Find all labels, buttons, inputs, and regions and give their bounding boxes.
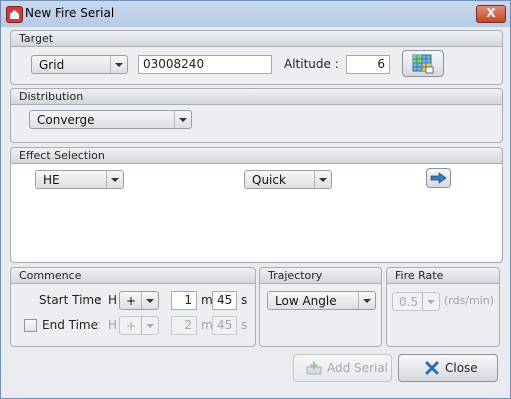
start-sign-select[interactable]: + [119, 291, 159, 310]
end-sign-value: + [126, 319, 137, 333]
add-serial-icon [306, 362, 322, 375]
window-title: New Fire Serial [25, 6, 115, 20]
commence-header: Commence [11, 268, 255, 284]
chevron-down-icon [141, 317, 158, 334]
start-seconds-input[interactable]: 45 [212, 291, 237, 310]
munition-value: HE [43, 173, 60, 187]
grid-map-icon [412, 54, 434, 74]
target-type-value: Grid [39, 58, 65, 72]
end-time-colon: : [97, 318, 102, 332]
end-h-label: H [108, 318, 118, 332]
trajectory-value: Low Angle [275, 294, 337, 308]
fuze-select[interactable]: Quick [244, 170, 332, 189]
start-minutes-input[interactable]: 1 [171, 291, 197, 310]
chevron-down-icon [358, 292, 375, 309]
trajectory-panel: Trajectory Low Angle [259, 267, 382, 347]
target-header: Target [11, 31, 502, 47]
dialog-client-area: Target Grid 03008240 Altitude : 6 Distri… [2, 27, 509, 397]
fire-rate-panel: Fire Rate 0.5 (rds/min) [386, 267, 500, 347]
select-on-map-button[interactable] [402, 50, 444, 77]
end-s-label: s [241, 318, 248, 332]
fire-rate-unit: (rds/min) [444, 294, 495, 307]
fire-rate-value: 0.5 [399, 295, 419, 309]
app-icon [6, 6, 23, 23]
start-sign-value: + [126, 294, 137, 308]
add-effect-button[interactable] [426, 168, 451, 188]
close-button[interactable]: Close [398, 354, 498, 382]
chevron-down-icon [174, 111, 191, 128]
dialog-window: New Fire Serial X Target Grid 03008240 A… [0, 0, 511, 399]
window-close-button[interactable]: X [476, 5, 506, 23]
end-seconds-input[interactable]: 45 [212, 316, 237, 335]
title-bar: New Fire Serial X [1, 1, 510, 27]
end-time-label: End Time [42, 318, 98, 332]
target-type-select[interactable]: Grid [31, 55, 128, 74]
add-serial-button[interactable]: Add Serial [293, 354, 392, 382]
effect-selection-header: Effect Selection [11, 148, 502, 164]
start-s-label: s [241, 293, 248, 307]
target-panel: Target Grid 03008240 Altitude : 6 [10, 30, 503, 85]
start-m-label: m [201, 293, 213, 307]
altitude-label: Altitude : [284, 57, 339, 71]
trajectory-header: Trajectory [260, 268, 381, 284]
fuze-value: Quick [252, 173, 286, 187]
chevron-down-icon [106, 171, 123, 188]
start-time-colon: : [97, 293, 102, 307]
close-icon [425, 361, 439, 375]
munition-select[interactable]: HE [35, 170, 124, 189]
grid-input[interactable]: 03008240 [138, 55, 272, 74]
effect-selection-panel: Effect Selection HE Quick [10, 147, 503, 263]
chevron-down-icon [422, 293, 439, 310]
distribution-select[interactable]: Converge [29, 110, 192, 129]
chevron-down-icon [110, 56, 127, 73]
end-minutes-input[interactable]: 2 [171, 316, 197, 335]
fire-rate-header: Fire Rate [387, 268, 499, 284]
start-h-label: H [108, 293, 118, 307]
add-serial-label: Add Serial [327, 361, 389, 375]
fire-rate-select[interactable]: 0.5 [392, 292, 440, 311]
end-time-checkbox[interactable] [24, 319, 37, 332]
commence-panel: Commence Start Time : H + 1 m 45 s End T… [10, 267, 256, 347]
arrow-right-icon [430, 172, 447, 184]
chevron-down-icon [314, 171, 331, 188]
distribution-header: Distribution [11, 89, 502, 105]
distribution-value: Converge [37, 113, 95, 127]
end-sign-select[interactable]: + [119, 316, 159, 335]
start-time-label: Start Time [39, 293, 102, 307]
end-m-label: m [201, 318, 213, 332]
chevron-down-icon [141, 292, 158, 309]
trajectory-select[interactable]: Low Angle [267, 291, 376, 310]
close-label: Close [445, 361, 478, 375]
altitude-input[interactable]: 6 [346, 55, 390, 74]
distribution-panel: Distribution Converge [10, 88, 503, 143]
